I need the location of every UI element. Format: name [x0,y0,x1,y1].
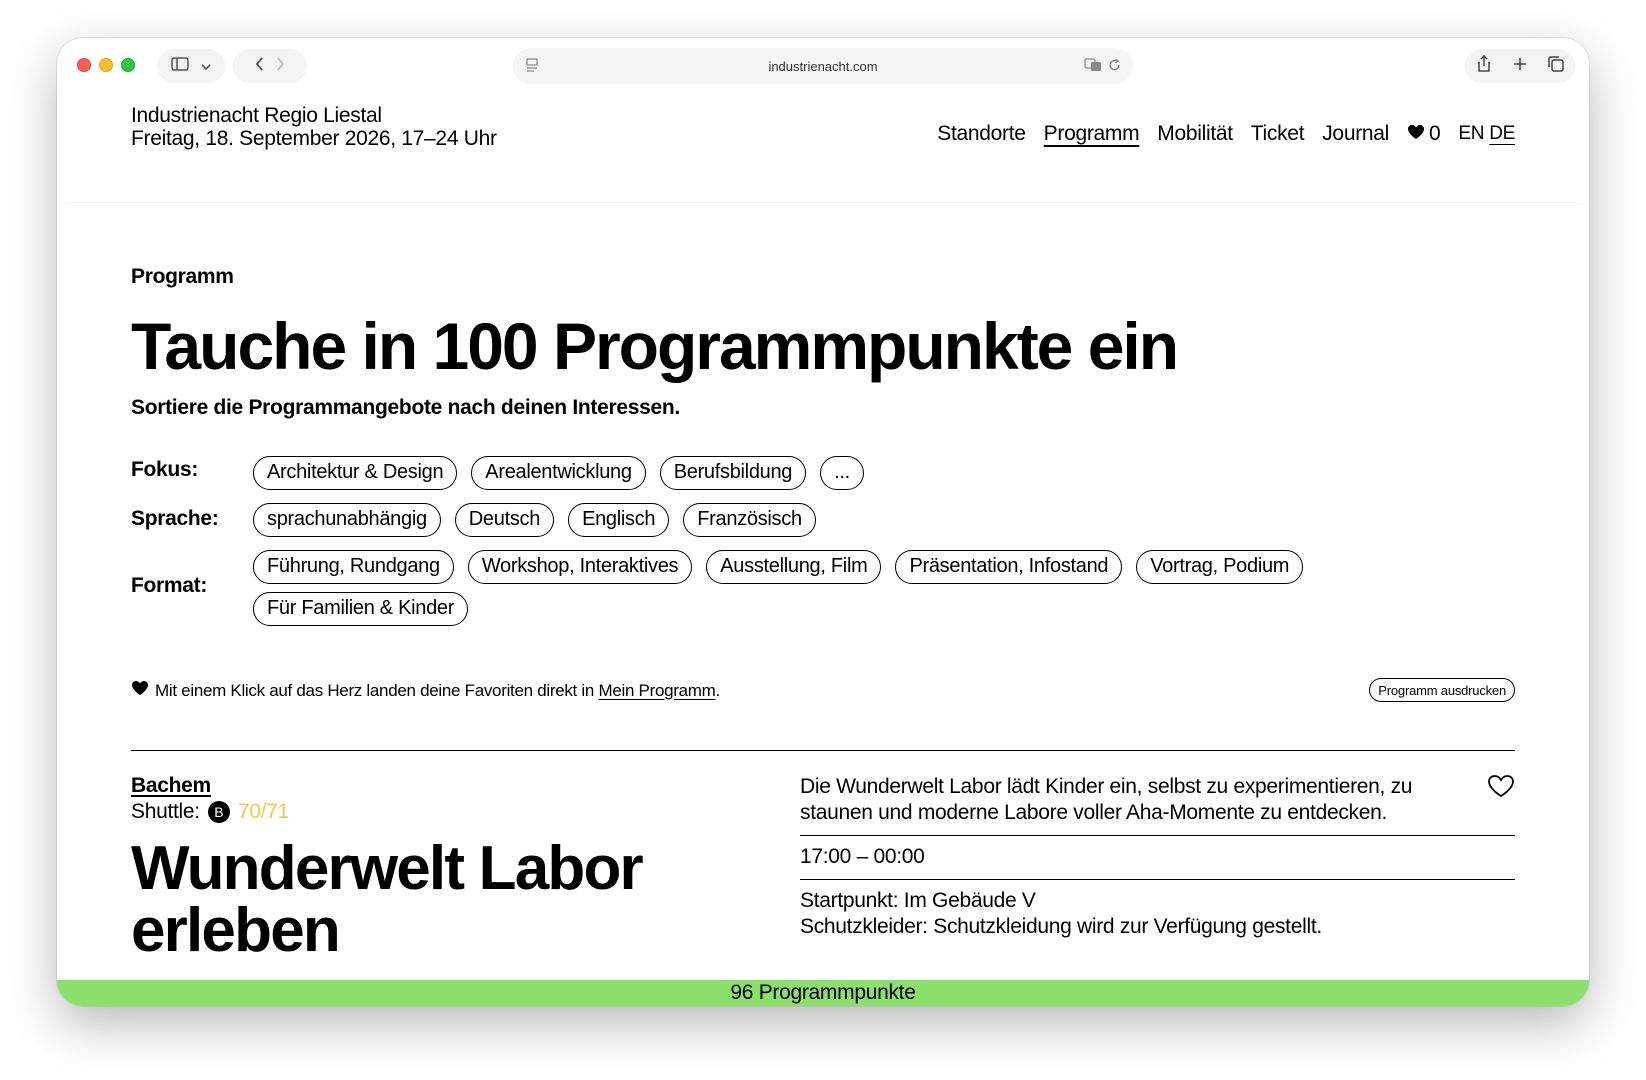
entry-title[interactable]: Wunderwelt Labor erleben [131,838,771,962]
chip-berufsbildung[interactable]: Berufsbildung [659,456,807,490]
share-icon[interactable] [1476,54,1492,78]
chip-fuehrung-rundgang[interactable]: Führung, Rundgang [253,550,454,584]
main-nav: Standorte Programm Mobilität Ticket Jour… [937,122,1515,146]
event-date: Freitag, 18. September 2026, 17–24 Uhr [131,127,497,150]
window-controls [77,58,135,72]
address-bar[interactable]: industrienacht.com [513,48,1133,84]
entry-description: Die Wunderwelt Labor lädt Kinder ein, se… [800,775,1413,824]
chip-praesentation-infostand[interactable]: Präsentation, Infostand [895,550,1123,584]
favorites-link[interactable]: 0 [1407,122,1441,146]
new-tab-icon[interactable] [1513,56,1527,76]
chip-arealentwicklung[interactable]: Arealentwicklung [471,456,646,490]
filter-label-format: Format: [131,574,208,597]
chip-sprachunabhaengig[interactable]: sprachunabhängig [253,503,441,537]
entry-title-line1: Wunderwelt Labor [131,834,644,903]
fokus-chips: Architektur & Design Arealentwicklung Be… [253,456,1433,490]
entry-details: Die Wunderwelt Labor lädt Kinder ein, se… [800,774,1515,940]
entry-startpoint: Startpunkt: Im Gebäude V [800,889,1036,912]
chip-vortrag-podium[interactable]: Vortrag, Podium [1136,550,1304,584]
filter-label-sprache: Sprache: [131,507,219,530]
browser-toolbar: industrienacht.com [57,38,1589,92]
tab-overview-icon[interactable] [1548,55,1565,77]
browser-window: industrienacht.com Industrienacht Regio … [57,38,1589,1006]
format-chips: Führung, Rundgang Workshop, Interaktives… [253,550,1433,626]
close-window-button[interactable] [77,58,91,72]
language-switcher: EN DE [1458,123,1515,145]
favorites-hint-text: Mit einem Klick auf das Herz landen dein… [155,680,599,700]
favorites-hint-end: . [715,680,721,700]
filter-format: Format: Führung, Rundgang Workshop, Inte… [131,550,1433,626]
chip-ausstellung-film[interactable]: Ausstellung, Film [706,550,882,584]
entry-title-line2: erleben [131,896,341,965]
shuttle-lines: 70/71 [237,800,289,823]
filter-fokus: Fokus: Architektur & Design Arealentwick… [131,456,1433,490]
chip-deutsch[interactable]: Deutsch [454,503,555,537]
chip-workshop-interaktives[interactable]: Workshop, Interaktives [467,550,693,584]
minimize-window-button[interactable] [99,58,113,72]
nav-standorte[interactable]: Standorte [937,122,1026,146]
bus-icon: B [207,801,230,823]
url-text: industrienacht.com [768,58,878,74]
entry-shuttle: Shuttle: B 70/71 [131,800,771,824]
heart-filled-icon [1407,122,1425,146]
entry-time: 17:00 – 00:00 [800,845,925,868]
page-subtitle: Sortiere die Programmangebote nach deine… [131,396,680,419]
favorite-heart-icon[interactable] [1487,774,1515,802]
history-nav [233,49,307,83]
chip-familien-kinder[interactable]: Für Familien & Kinder [253,592,469,626]
zoom-window-button[interactable] [121,58,135,72]
nav-journal[interactable]: Journal [1322,122,1389,146]
favorites-count: 0 [1429,122,1441,145]
chip-more[interactable]: ... [820,456,864,490]
sidebar-toggle-button[interactable] [157,49,225,83]
sprache-chips: sprachunabhängig Deutsch Englisch Franzö… [253,503,1433,537]
favorites-hint: Mit einem Klick auf das Herz landen dein… [131,680,720,701]
heart-filled-icon [131,680,149,701]
entry-meta: Startpunkt: Im Gebäude V Schutzkleider: … [800,880,1515,940]
results-count-bar[interactable]: 96 Programmpunkte [57,980,1589,1006]
right-toolbar [1465,49,1575,83]
chip-architektur-design[interactable]: Architektur & Design [253,456,458,490]
entry-header: Bachem Shuttle: B 70/71 Wunderwelt Labor… [131,774,771,962]
brand-title: Industrienacht Regio Liestal [131,104,382,127]
chip-franzoesisch[interactable]: Französisch [683,503,816,537]
print-program-button[interactable]: Programm ausdrucken [1369,678,1515,702]
filter-sprache: Sprache: sprachunabhängig Deutsch Englis… [131,503,1433,537]
nav-programm[interactable]: Programm [1044,122,1140,146]
my-program-link[interactable]: Mein Programm [598,681,715,700]
site-header: Industrienacht Regio Liestal Freitag, 18… [57,92,1589,202]
translate-icon[interactable] [1084,57,1102,75]
forward-icon[interactable] [276,57,285,75]
lang-en[interactable]: EN [1458,123,1484,145]
entry-location-link[interactable]: Bachem [131,774,211,798]
reload-icon[interactable] [1108,57,1121,75]
section-eyebrow: Programm [131,265,234,288]
entry-protective-clothing: Schutzkleider: Schutzkleidung wird zur V… [800,915,1322,938]
lang-de[interactable]: DE [1489,123,1515,145]
chevron-down-icon [201,58,211,75]
chip-englisch[interactable]: Englisch [568,503,670,537]
page-title: Tauche in 100 Programmpunkte ein [131,309,1179,383]
shuttle-label: Shuttle: [131,800,200,823]
filter-label-fokus: Fokus: [131,458,199,481]
site-brand[interactable]: Industrienacht Regio Liestal Freitag, 18… [131,104,497,150]
divider [131,750,1515,751]
nav-ticket[interactable]: Ticket [1251,122,1305,146]
sidebar-icon [171,57,189,75]
back-icon[interactable] [255,57,264,75]
reader-icon[interactable] [525,57,539,75]
nav-mobilitaet[interactable]: Mobilität [1157,122,1233,146]
